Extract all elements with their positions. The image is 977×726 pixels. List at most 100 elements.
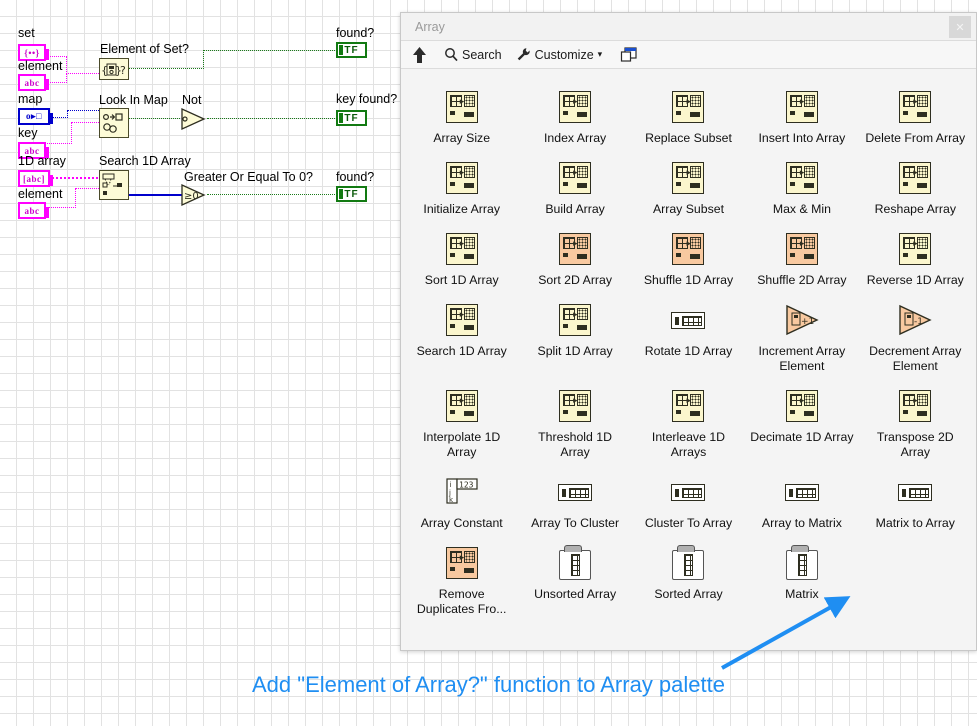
svg-text:?: ?	[120, 64, 126, 77]
palette-item-label: Threshold 1D Array	[538, 430, 612, 459]
palette-item-label: Increment Array Element	[758, 344, 846, 373]
customize-button[interactable]: Customize ▾	[516, 47, 602, 62]
node-label-not: Not	[182, 93, 202, 107]
matrix-folder-icon	[784, 545, 820, 581]
sorted-array-folder-icon	[670, 545, 706, 581]
decimate-1d-array-icon: ▸	[784, 388, 820, 424]
palette-item[interactable]: ▸ Shuffle 2D Array	[745, 228, 858, 288]
search-label: Search	[462, 47, 502, 62]
palette-item[interactable]: ▸ Insert Into Array	[745, 86, 858, 146]
node-label-look-in-map: Look In Map	[99, 93, 168, 107]
palette-item[interactable]: ▸ Shuffle 1D Array	[632, 228, 745, 288]
terminal-glyph: {••}	[24, 47, 40, 58]
palette-item[interactable]: Array to Matrix	[745, 471, 858, 531]
wire-key-h	[71, 122, 99, 123]
pin-window-icon[interactable]	[620, 46, 638, 63]
terminal-1d-array[interactable]: [abc]	[18, 170, 53, 187]
palette-item-label: Decimate 1D Array	[750, 430, 854, 444]
look-in-map-glyph	[102, 113, 123, 133]
palette-item[interactable]: +1 Increment Array Element	[745, 299, 858, 374]
svg-text:≥0: ≥0	[184, 191, 199, 202]
svg-text:123: 123	[459, 481, 474, 490]
palette-item[interactable]: Matrix to Array	[859, 471, 972, 531]
palette-item-label: Sort 2D Array	[538, 273, 612, 287]
palette-item[interactable]: ▸ Index Array	[518, 86, 631, 146]
palette-item[interactable]: ▸ Split 1D Array	[518, 299, 631, 374]
indicator-found[interactable]: TF	[336, 42, 367, 58]
node-look-in-map[interactable]	[99, 108, 129, 138]
build-array-icon: ▸	[557, 160, 593, 196]
palette-item[interactable]: ▸ Remove Duplicates Fro...	[405, 542, 518, 617]
shuffle-2d-array-icon: ▸	[784, 231, 820, 267]
indicator-label-found: found?	[336, 26, 375, 40]
palette-item[interactable]: ▸ Max & Min	[745, 157, 858, 217]
palette-item-label: Matrix to Array	[875, 516, 955, 530]
node-greater-or-equal-to-0[interactable]: ≥0	[180, 183, 208, 207]
palette-item[interactable]: Rotate 1D Array	[632, 299, 745, 374]
wire-found-horizontal	[203, 50, 337, 51]
svg-text:-1: -1	[914, 317, 923, 327]
palette-item[interactable]: ▸ Transpose 2D Array	[859, 385, 972, 460]
palette-item-label: Array to Matrix	[761, 516, 842, 530]
interpolate-1d-array-icon: ▸	[444, 388, 480, 424]
indicator-label-key-found: key found?	[336, 92, 398, 106]
palette-item-label: Shuffle 1D Array	[643, 273, 734, 287]
terminal-label-element-2: element	[18, 187, 63, 201]
palette-item[interactable]: ▸ Search 1D Array	[405, 299, 518, 374]
palette-item-label: Interpolate 1D Array	[423, 430, 501, 459]
palette-item[interactable]: ▸ Initialize Array	[405, 157, 518, 217]
palette-toolbar: Search Customize ▾	[401, 41, 976, 69]
array-subset-icon: ▸	[670, 160, 706, 196]
palette-item-label: Index Array	[543, 131, 607, 145]
terminal-element[interactable]: abc	[18, 74, 49, 91]
annotation-arrow	[721, 596, 851, 670]
palette-item[interactable]: ▸ Threshold 1D Array	[518, 385, 631, 460]
palette-item-label: Transpose 2D Array	[876, 430, 954, 459]
palette-item[interactable]: ▸ Delete From Array	[859, 86, 972, 146]
wire-not-out	[207, 118, 337, 119]
palette-item-label: Sort 1D Array	[424, 273, 499, 287]
palette-item[interactable]: Cluster To Array	[632, 471, 745, 531]
element-of-set-glyph: { } ?	[101, 63, 126, 77]
node-search-1d-array[interactable]	[99, 170, 129, 200]
palette-item[interactable]: ▸ Sort 2D Array	[518, 228, 631, 288]
wire-found-vertical	[203, 50, 204, 69]
wire-set-horizontal2	[66, 73, 99, 74]
unsorted-array-folder-icon	[557, 545, 593, 581]
palette-item[interactable]: ▸ Array Subset	[632, 157, 745, 217]
terminal-map[interactable]: o▸□	[18, 108, 53, 125]
customize-label: Customize	[534, 47, 594, 62]
palette-item[interactable]: ▸ Replace Subset	[632, 86, 745, 146]
terminal-element-2[interactable]: abc	[18, 202, 49, 219]
node-element-of-set[interactable]: { } ?	[99, 58, 129, 80]
palette-body[interactable]: ▸ Array Size ▸ Index Array ▸ Replace Subset ▸ I…	[401, 70, 976, 650]
palette-item[interactable]: Unsorted Array	[518, 542, 631, 617]
palette-item-label: Initialize Array	[423, 202, 500, 216]
indicator-key-found[interactable]: TF	[336, 110, 367, 126]
palette-item[interactable]: ▸ Build Array	[518, 157, 631, 217]
palette-item[interactable]: ▸ Array Size	[405, 86, 518, 146]
terminal-label-element: element	[18, 59, 63, 73]
palette-item[interactable]: ▸ Interleave 1D Arrays	[632, 385, 745, 460]
palette-item[interactable]: ▸ Reverse 1D Array	[859, 228, 972, 288]
node-not[interactable]	[180, 107, 208, 131]
close-icon[interactable]: ✕	[949, 16, 971, 38]
palette-item-label: Build Array	[545, 202, 605, 216]
indicator-found-2[interactable]: TF	[336, 186, 367, 202]
svg-text:+1: +1	[801, 317, 814, 327]
palette-item[interactable]: ▸ Reshape Array	[859, 157, 972, 217]
palette-item[interactable]: ▸ Decimate 1D Array	[745, 385, 858, 460]
insert-into-array-icon: ▸	[784, 89, 820, 125]
palette-item[interactable]: Array To Cluster	[518, 471, 631, 531]
palette-item-label: Array Subset	[652, 202, 725, 216]
array-palette-window[interactable]: Array ✕ Search Customize ▾ ▸ Array Size …	[400, 12, 977, 651]
palette-item[interactable]: -1 Decrement Array Element	[859, 299, 972, 374]
palette-item[interactable]: ▸ Interpolate 1D Array	[405, 385, 518, 460]
up-arrow-icon[interactable]	[411, 46, 428, 64]
wire-key-v	[71, 122, 72, 144]
palette-item[interactable]: ▸ Sort 1D Array	[405, 228, 518, 288]
wire-elementofset-out	[128, 68, 204, 69]
palette-item[interactable]: 123 i j k Array Constant	[405, 471, 518, 531]
search-button[interactable]: Search	[444, 47, 502, 62]
array-constant-icon: 123 i j k	[444, 474, 480, 510]
